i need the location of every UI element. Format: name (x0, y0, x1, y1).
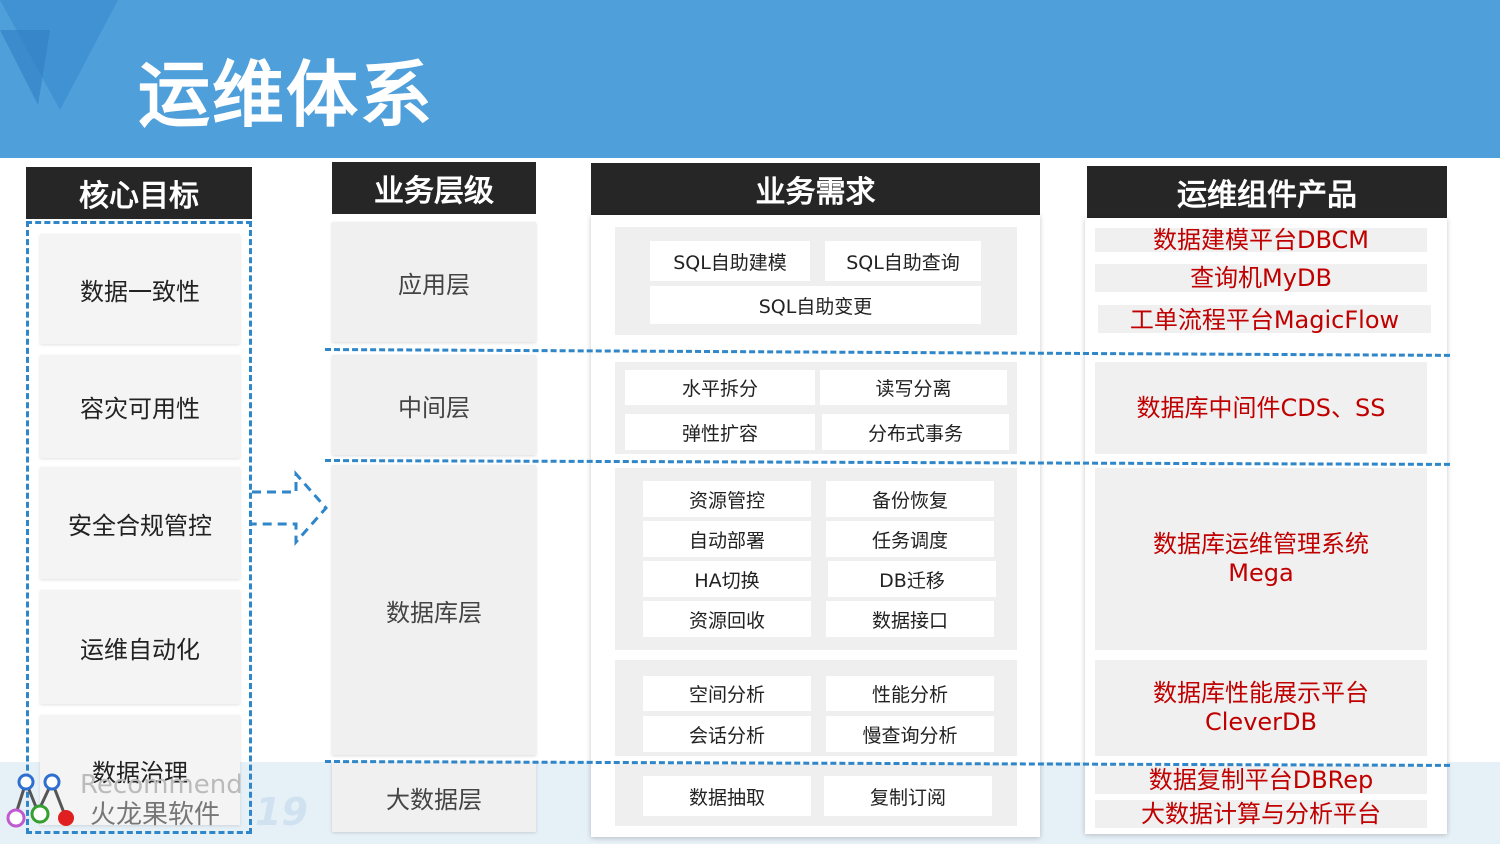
need-chip: 数据接口 (826, 601, 994, 637)
need-chip: 分布式事务 (822, 414, 1009, 450)
header-products: 运维组件产品 (1087, 166, 1447, 218)
target-item: 安全合规管控 (40, 467, 240, 579)
need-chip: 资源回收 (643, 601, 811, 637)
need-chip: 空间分析 (643, 676, 811, 711)
layer-db: 数据库层 (332, 465, 536, 755)
page-title: 运维体系 (138, 53, 435, 137)
need-chip: 备份恢复 (826, 481, 994, 517)
header-needs: 业务需求 (591, 163, 1040, 215)
layer-middle: 中间层 (332, 355, 536, 455)
need-chip: 弹性扩容 (625, 414, 815, 450)
product-label: 数据复制平台DBRep (1148, 765, 1374, 794)
product-label: 数据库中间件CDS、SS (1136, 393, 1386, 422)
dashed-right-arrow-icon (252, 470, 329, 546)
target-item: 运维自动化 (40, 590, 240, 704)
watermark-year: 19 (255, 790, 308, 834)
layer-bigdata: 大数据层 (332, 762, 536, 832)
triangle-decor-icon (0, 0, 118, 110)
need-chip: SQL自助变更 (650, 286, 981, 324)
need-chip: SQL自助查询 (825, 241, 981, 281)
need-chip: 会话分析 (643, 716, 811, 752)
layer-app: 应用层 (332, 222, 536, 342)
product-label: 数据库性能展示平台 CleverDB (1153, 679, 1369, 736)
need-chip: SQL自助建模 (650, 241, 810, 281)
product-label: 数据建模平台DBCM (1153, 225, 1369, 254)
header-targets: 核心目标 (26, 167, 252, 219)
need-chip: 慢查询分析 (826, 716, 994, 752)
product-label: 大数据计算与分析平台 (1141, 799, 1381, 828)
need-chip: 性能分析 (826, 676, 994, 711)
header-layers: 业务层级 (332, 162, 536, 214)
need-chip: 数据抽取 (643, 776, 811, 816)
need-chip: DB迁移 (828, 561, 996, 597)
need-chip: HA切换 (643, 561, 811, 597)
product-label: 数据库运维管理系统 Mega (1153, 530, 1369, 587)
need-chip: 水平拆分 (625, 370, 815, 405)
need-chip: 自动部署 (643, 521, 811, 557)
target-item: 数据一致性 (40, 234, 240, 344)
watermark-brand-en: Recommend (80, 770, 243, 800)
graph-nodes-logo-icon (6, 773, 74, 828)
product-label: 工单流程平台MagicFlow (1129, 305, 1400, 334)
need-chip: 任务调度 (826, 521, 994, 557)
need-chip: 资源管控 (643, 481, 811, 517)
target-item: 容灾可用性 (40, 355, 240, 458)
watermark-brand-cn: 火龙果软件 (90, 800, 221, 830)
product-label: 查询机MyDB (1190, 263, 1332, 292)
need-chip: 复制订阅 (824, 776, 992, 816)
need-chip: 读写分离 (820, 370, 1007, 405)
